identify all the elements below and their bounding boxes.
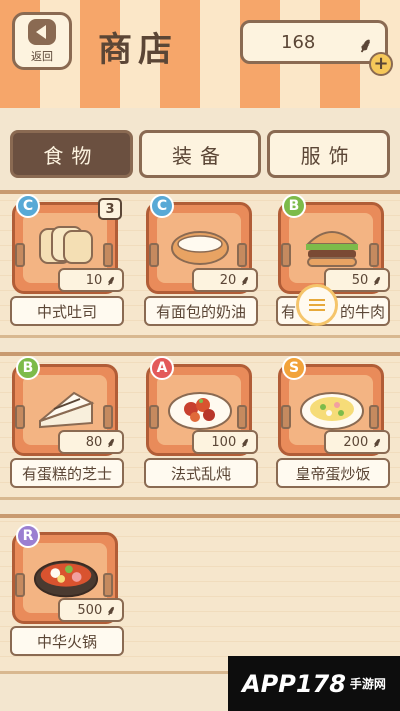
coin-balance: 168 ⸙ [240, 20, 388, 64]
burger-icon [298, 218, 366, 274]
add-coins-button[interactable]: + [369, 52, 393, 76]
grade-badge: A [150, 356, 174, 380]
item-name: 法式乱炖 [144, 458, 258, 488]
wheat-icon: ⸙ [240, 436, 250, 451]
tab-clothing[interactable]: 服饰 [267, 130, 391, 178]
price-value: 80 [85, 434, 103, 450]
wheat-icon: ⸙ [106, 274, 116, 289]
price-tag: 500 ⸙ [58, 598, 124, 622]
item-name: 中华火锅 [10, 626, 124, 656]
price-tag: 20 ⸙ [192, 268, 258, 292]
hotdog-bun-icon [166, 218, 234, 274]
grade-badge: C [16, 194, 40, 218]
price-value: 20 [219, 272, 237, 288]
shop-item-fried-rice[interactable]: S 200 ⸙ 皇帝蛋炒饭 [272, 356, 392, 498]
ratatouille-icon [166, 380, 234, 436]
tab-equipment[interactable]: 装备 [138, 130, 262, 178]
wheat-icon: ⸙ [240, 274, 250, 289]
page-title: 商店 [98, 30, 178, 70]
grade-badge: B [282, 194, 306, 218]
wheat-icon: ⸙ [372, 274, 382, 289]
item-name: 有蛋糕的芝士 [10, 458, 124, 488]
tab-food[interactable]: 食物 [10, 130, 133, 178]
price-value: 200 [343, 434, 369, 450]
price-value: 10 [85, 272, 103, 288]
shop-item-ratatouille[interactable]: A 100 ⸙ 法式乱炖 [140, 356, 260, 498]
back-arrow-icon [28, 18, 56, 45]
cheesecake-icon [32, 380, 100, 436]
menu-button[interactable] [296, 284, 338, 326]
item-name: 有面包的奶油 [144, 296, 258, 326]
shop-item-cream-bread[interactable]: C 20 ⸙ 有面包的奶油 [140, 194, 260, 336]
hotpot-icon [32, 548, 100, 604]
grade-badge: C [150, 194, 174, 218]
item-name: 中式吐司 [10, 296, 124, 326]
shop-item-toast[interactable]: C 3 10 ⸙ 中式吐司 [6, 194, 126, 336]
wheat-icon: ⸙ [106, 604, 116, 619]
grade-badge: R [16, 524, 40, 548]
site-watermark: APP178 手游网 [228, 656, 400, 711]
price-tag: 200 ⸙ [324, 430, 390, 454]
price-tag: 100 ⸙ [192, 430, 258, 454]
price-value: 100 [211, 434, 237, 450]
shop-item-cheesecake[interactable]: B 80 ⸙ 有蛋糕的芝士 [6, 356, 126, 498]
price-tag: 10 ⸙ [58, 268, 124, 292]
wheat-icon: ⸙ [372, 436, 382, 451]
fried-rice-icon [298, 380, 366, 436]
price-value: 50 [351, 272, 369, 288]
count-badge: 3 [98, 198, 122, 220]
wheat-icon: ⸙ [106, 436, 116, 451]
shop-item-hotpot[interactable]: R 500 ⸙ 中华火锅 [6, 524, 126, 666]
back-label: 返回 [31, 49, 53, 63]
wheat-icon: ⸙ [358, 33, 373, 57]
toast-icon [32, 218, 100, 274]
item-name: 皇帝蛋炒饭 [276, 458, 390, 488]
category-tabs: 食物 装备 服饰 [10, 130, 391, 180]
price-value: 500 [77, 602, 103, 618]
back-button[interactable]: 返回 [12, 12, 72, 70]
grade-badge: B [16, 356, 40, 380]
grade-badge: S [282, 356, 306, 380]
coin-value: 168 [281, 31, 316, 53]
price-tag: 80 ⸙ [58, 430, 124, 454]
price-tag: 50 ⸙ [324, 268, 390, 292]
